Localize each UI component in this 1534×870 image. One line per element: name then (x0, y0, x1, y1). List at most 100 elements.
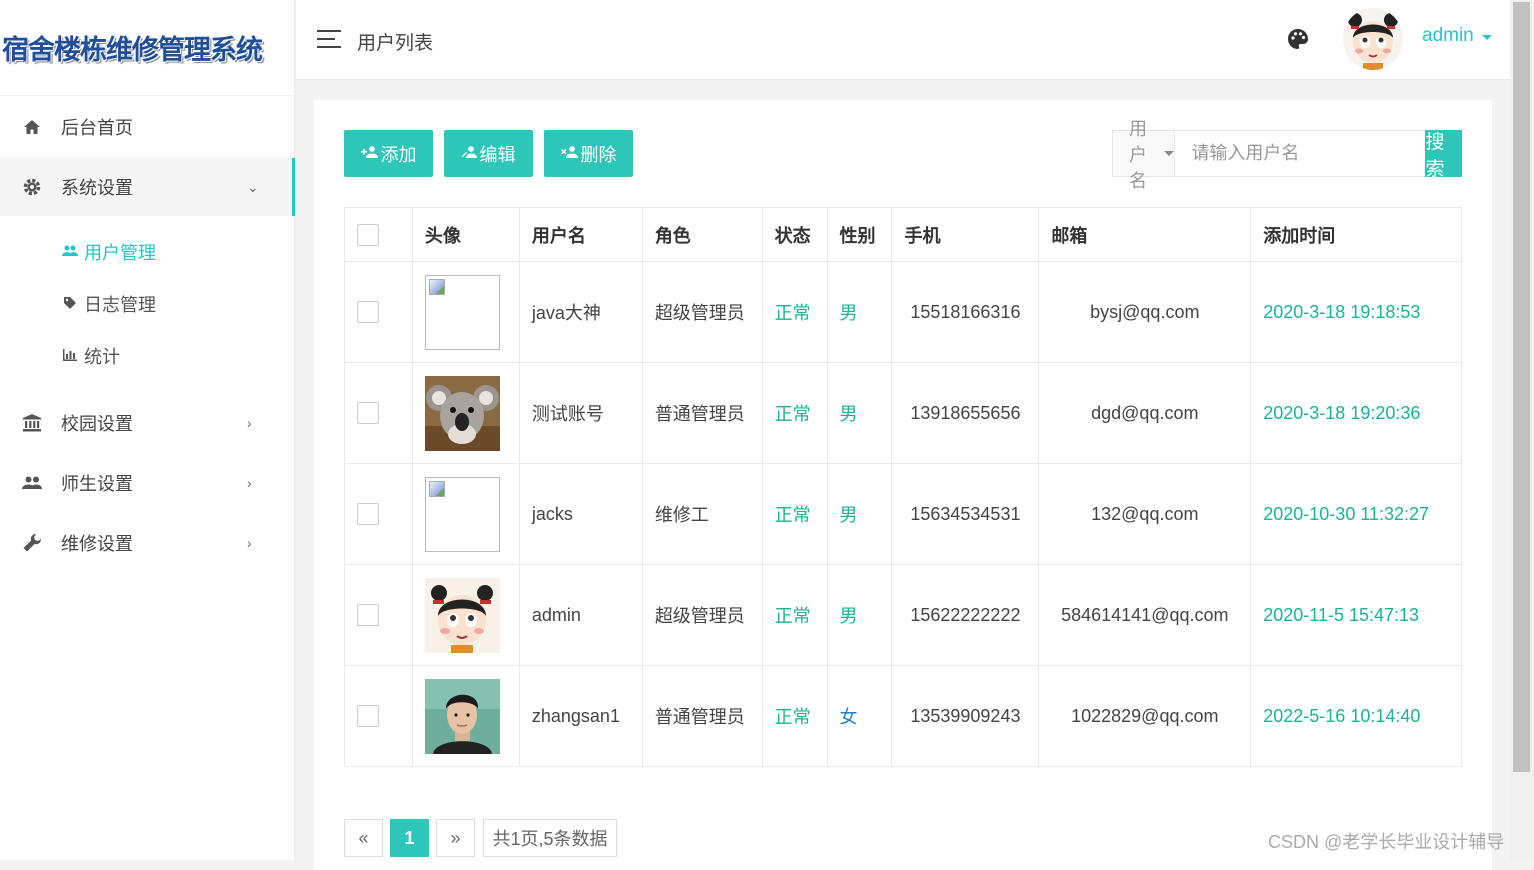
column-header: 添加时间 (1250, 207, 1462, 262)
sidebar-item-home[interactable]: 后台首页 (0, 98, 295, 156)
caret-down-icon[interactable] (1482, 35, 1492, 40)
table-row[interactable]: admin 超级管理员 正常 男 15622222222 584614141@q… (344, 564, 1462, 666)
table-row[interactable]: jacks 维修工 正常 男 15634534531 132@qq.com 20… (344, 463, 1462, 565)
status-cell: 正常 (761, 463, 828, 565)
table-row[interactable]: 测试账号 普通管理员 正常 男 13918655656 dgd@qq.com 2… (344, 362, 1462, 464)
user-table: 头像 用户名 角色 状态 性别 手机 邮箱 添加时间 java大神 超级管理员 … (344, 207, 1462, 767)
sidebar-subitem-label: 统计 (84, 347, 120, 367)
add-button-label: 添加 (380, 144, 417, 165)
user-name[interactable]: admin (1422, 25, 1474, 47)
select-all-cell (344, 207, 413, 262)
row-select-cell (344, 665, 413, 767)
delete-button-label: 删除 (580, 144, 617, 165)
row-checkbox[interactable] (357, 402, 379, 424)
username-cell: 测试账号 (518, 362, 643, 464)
scrollbar-thumb[interactable] (1513, 2, 1530, 772)
sidebar-subitem-statistics[interactable]: 统计 (0, 336, 295, 376)
role-cell: 普通管理员 (641, 362, 763, 464)
row-select-cell (344, 564, 413, 666)
row-checkbox[interactable] (357, 301, 379, 323)
added-time-cell: 2020-11-5 15:47:13 (1250, 564, 1462, 666)
edit-button[interactable]: 编辑 (444, 130, 533, 177)
broken-image-icon (424, 274, 500, 350)
palette-icon[interactable] (1286, 27, 1310, 51)
email-cell: 584614141@qq.com (1038, 564, 1252, 666)
cartoon-girl-avatar-image (424, 577, 500, 653)
select-all-checkbox[interactable] (357, 223, 379, 246)
user-avatar[interactable] (1343, 8, 1403, 70)
search-input[interactable] (1175, 131, 1426, 176)
sidebar-item-label: 系统设置 (61, 178, 133, 198)
menu-toggle-icon[interactable] (317, 30, 341, 48)
status-cell: 正常 (761, 564, 828, 666)
sidebar-subitem-label: 用户管理 (84, 243, 156, 263)
bar-chart-icon (61, 348, 79, 364)
search-field-select[interactable]: 用户名 (1113, 119, 1176, 191)
avatar-cell (411, 564, 520, 666)
row-checkbox[interactable] (357, 503, 379, 525)
sidebar-item-label: 后台首页 (61, 118, 133, 138)
role-cell: 普通管理员 (641, 665, 763, 767)
status-cell: 正常 (761, 261, 828, 363)
status-cell: 正常 (761, 665, 828, 767)
table-header-row: 头像 用户名 角色 状态 性别 手机 邮箱 添加时间 (344, 207, 1462, 262)
sidebar-subitem-log-management[interactable]: 日志管理 (0, 284, 295, 324)
column-header: 头像 (411, 207, 520, 262)
avatar-cell (411, 463, 520, 565)
column-header: 用户名 (518, 207, 643, 262)
edit-button-label: 编辑 (479, 144, 516, 165)
role-cell: 维修工 (641, 463, 763, 565)
role-cell: 超级管理员 (641, 261, 763, 363)
gender-cell: 男 (826, 463, 893, 565)
row-checkbox[interactable] (357, 604, 379, 626)
koala-avatar-image (424, 375, 500, 451)
delete-button[interactable]: 删除 (544, 130, 633, 177)
avatar-cell (411, 665, 520, 767)
phone-cell: 15634534531 (891, 463, 1040, 565)
table-row[interactable]: zhangsan1 普通管理员 正常 女 13539909243 1022829… (344, 665, 1462, 767)
sidebar: 宿舍楼栋维修管理系统 后台首页 系统设置 ⌄ 用户管理 日志管理 统计 校园设置… (0, 0, 295, 860)
search-field-label: 用户名 (1129, 118, 1147, 191)
email-cell: 1022829@qq.com (1038, 665, 1252, 767)
username-cell: admin (518, 564, 643, 666)
username-cell: jacks (518, 463, 643, 565)
added-time-cell: 2020-10-30 11:32:27 (1250, 463, 1462, 565)
search-button[interactable]: 搜索 (1425, 130, 1462, 180)
sidebar-subitem-user-management[interactable]: 用户管理 (0, 232, 295, 272)
added-time-cell: 2020-3-18 19:18:53 (1250, 261, 1462, 363)
add-button[interactable]: 添加 (344, 130, 433, 177)
bank-icon (22, 413, 42, 433)
sidebar-item-system-settings[interactable]: 系统设置 ⌄ (0, 158, 295, 216)
young-man-avatar-image (424, 678, 500, 754)
pagination-next[interactable]: » (436, 819, 475, 857)
column-header: 性别 (826, 207, 893, 262)
column-header: 邮箱 (1038, 207, 1252, 262)
sidebar-item-teacher-student-settings[interactable]: 师生设置 › (0, 454, 295, 512)
username-cell: java大神 (518, 261, 643, 363)
pagination-page-current[interactable]: 1 (390, 819, 429, 857)
avatar-cell (411, 362, 520, 464)
phone-cell: 13539909243 (891, 665, 1040, 767)
page-scrollbar[interactable] (1510, 0, 1534, 860)
home-icon (22, 117, 42, 137)
table-row[interactable]: java大神 超级管理员 正常 男 15518166316 bysj@qq.co… (344, 261, 1462, 363)
app-logo[interactable]: 宿舍楼栋维修管理系统 (0, 0, 294, 96)
added-time-cell: 2022-5-16 10:14:40 (1250, 665, 1462, 767)
avatar-cell (411, 261, 520, 363)
column-header: 角色 (641, 207, 763, 262)
chevron-right-icon: › (247, 415, 252, 431)
pagination-summary: 共1页,5条数据 (483, 819, 617, 857)
sidebar-item-repair-settings[interactable]: 维修设置 › (0, 514, 295, 572)
chevron-down-icon: ⌄ (247, 178, 259, 195)
users-icon (22, 473, 42, 493)
column-header: 手机 (891, 207, 1040, 262)
wrench-icon (22, 533, 42, 553)
column-header: 状态 (761, 207, 828, 262)
user-remove-icon (560, 146, 579, 161)
tags-icon (61, 296, 79, 313)
sidebar-item-campus-settings[interactable]: 校园设置 › (0, 394, 295, 452)
row-checkbox[interactable] (357, 705, 379, 727)
user-plus-icon (360, 146, 379, 161)
sidebar-item-label: 维修设置 (61, 534, 133, 554)
pagination-prev[interactable]: « (344, 819, 383, 857)
